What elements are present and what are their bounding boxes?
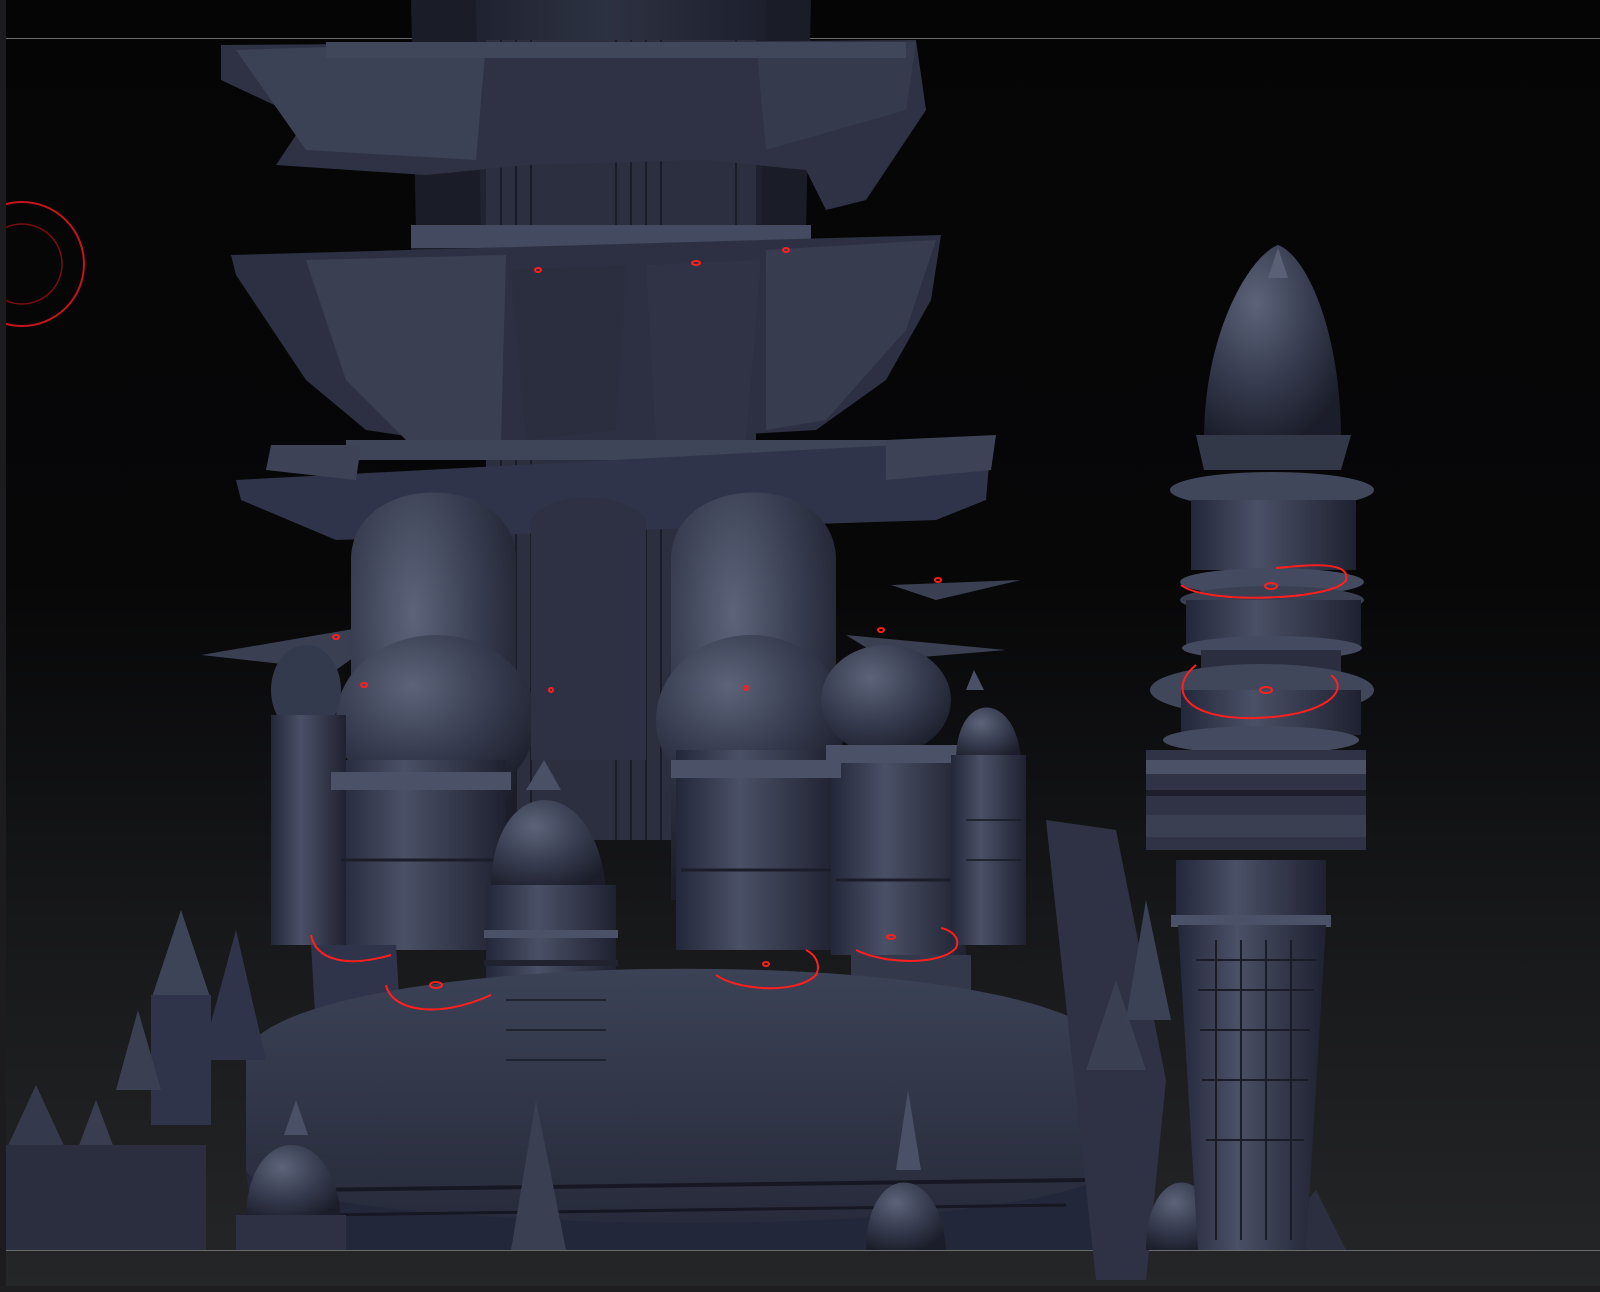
- bottom-shelf-edge[interactable]: [0, 1286, 1600, 1292]
- main-tower: [6, 0, 1346, 1280]
- minaret-tower: [1146, 245, 1374, 1250]
- document-viewport[interactable]: [6, 0, 1600, 1292]
- brush-cursor-icon[interactable]: [6, 201, 85, 327]
- right-side-turret: [951, 670, 1026, 945]
- zbrush-canvas-window: [0, 0, 1600, 1292]
- sculpt-model-render[interactable]: [6, 0, 1600, 1292]
